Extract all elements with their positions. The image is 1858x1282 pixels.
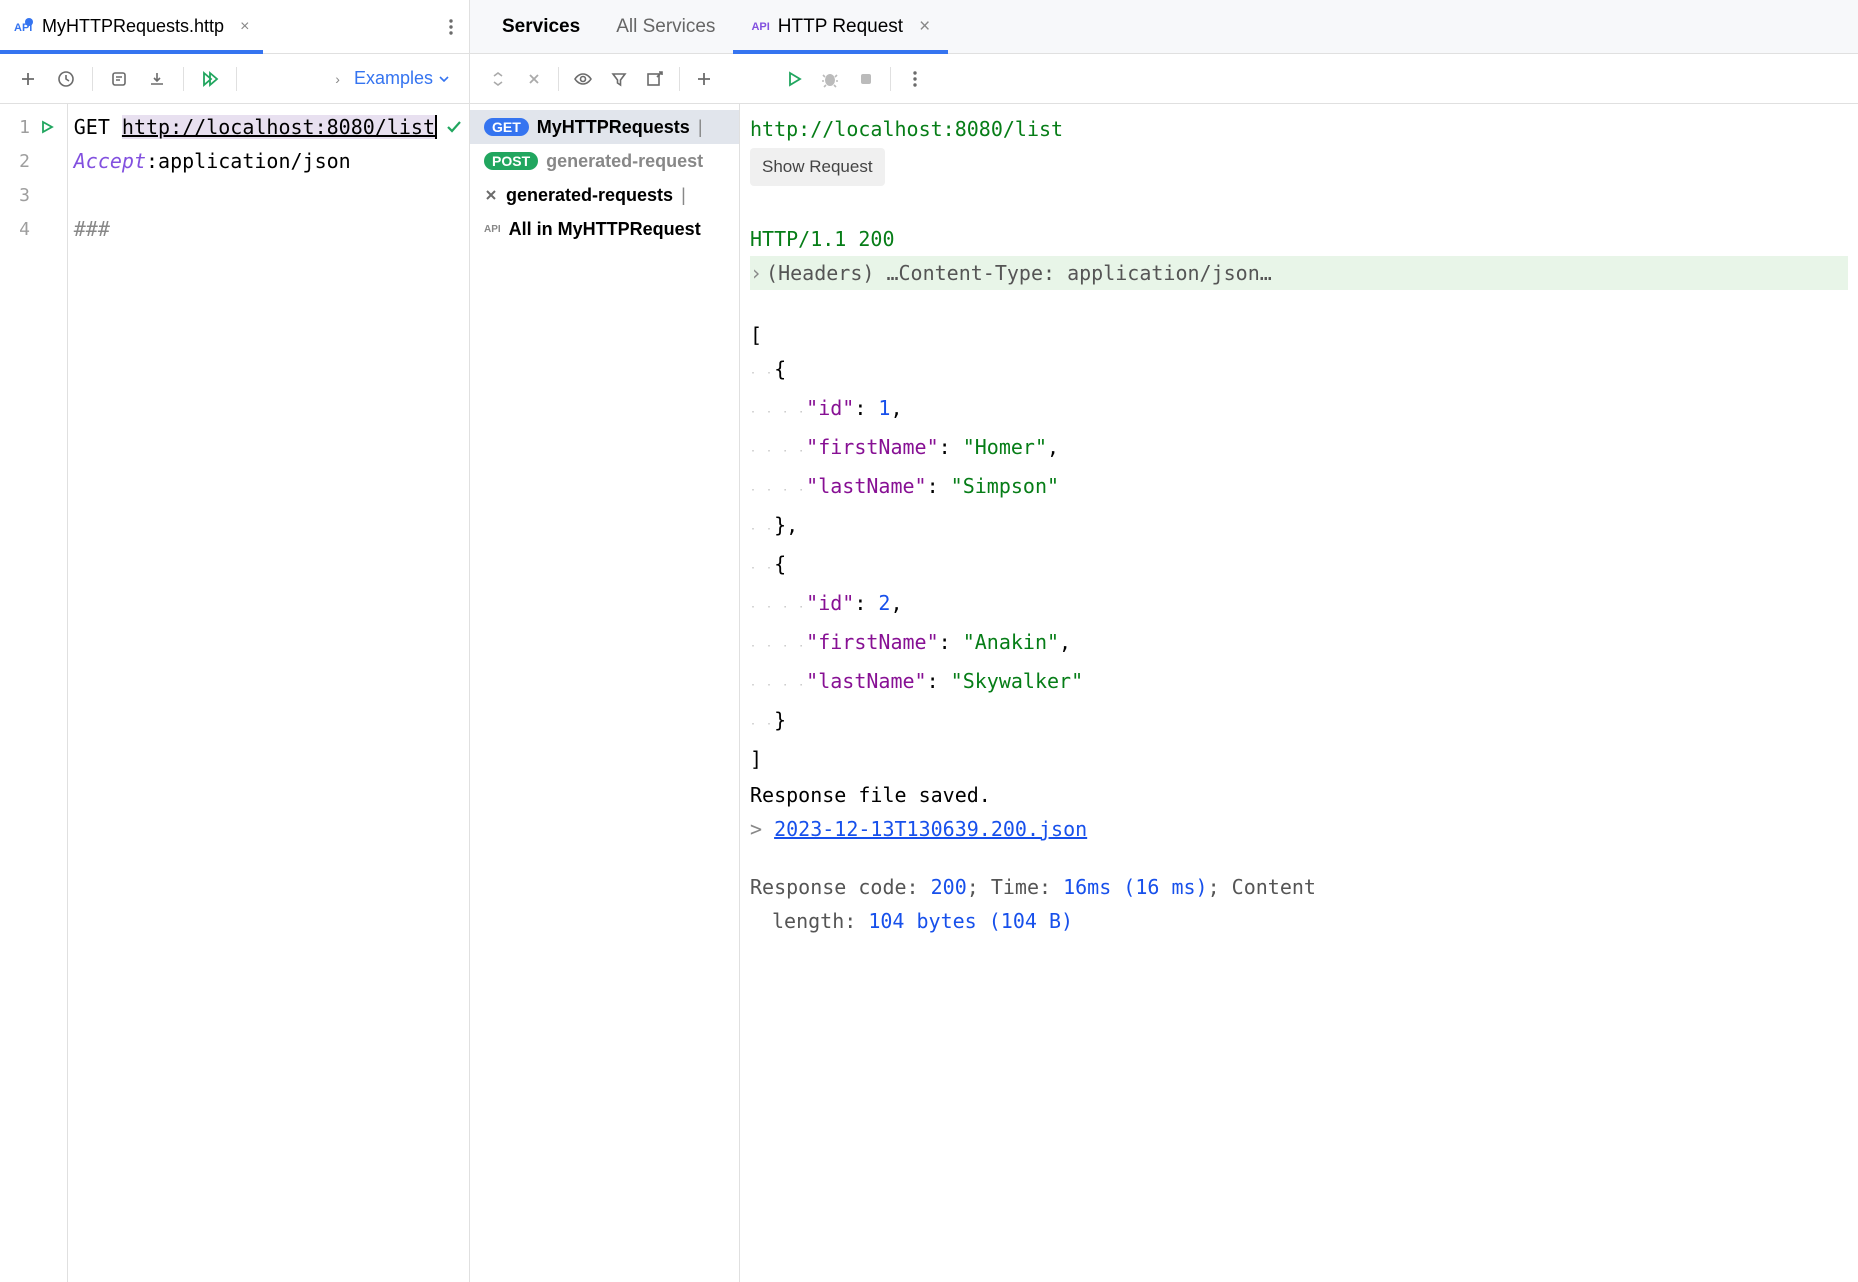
checkmark-icon bbox=[445, 118, 463, 136]
response-view: http://localhost:8080/list Show Request … bbox=[740, 104, 1858, 1282]
history-button[interactable] bbox=[50, 63, 82, 95]
request-name: All in MyHTTPRequest bbox=[509, 219, 701, 240]
toolbar-divider bbox=[92, 67, 93, 91]
request-name: MyHTTPRequests bbox=[537, 117, 690, 138]
filter-button[interactable] bbox=[603, 63, 635, 95]
run-icon[interactable] bbox=[40, 120, 54, 134]
request-name: generated-request bbox=[546, 151, 703, 172]
http-header-name: Accept bbox=[74, 149, 146, 173]
request-sep: | bbox=[698, 117, 703, 138]
convert-button[interactable] bbox=[103, 63, 135, 95]
services-tab-bar: Services All Services API HTTP Request × bbox=[470, 0, 1858, 54]
request-item[interactable]: generated-requests | bbox=[470, 178, 739, 212]
response-headers[interactable]: ›(Headers) …Content-Type: application/js… bbox=[750, 256, 1848, 290]
saved-text: Response file saved. bbox=[750, 778, 1848, 812]
services-content: GET MyHTTPRequests | POST generated-requ… bbox=[470, 104, 1858, 1282]
editor-toolbar: › Examples bbox=[0, 54, 469, 104]
method-badge-get: GET bbox=[484, 118, 529, 136]
line-number: 1 bbox=[10, 117, 30, 138]
response-json: [ · ·{ · · · ·"id": 1, · · · ·"firstName… bbox=[750, 318, 1848, 776]
response-status: HTTP/1.1 200 bbox=[750, 222, 1848, 256]
http-method: GET bbox=[74, 115, 110, 139]
http-header-value: application/json bbox=[158, 149, 351, 173]
request-item[interactable]: API All in MyHTTPRequest bbox=[470, 212, 739, 246]
line-number: 3 bbox=[10, 185, 30, 206]
examples-dropdown[interactable]: Examples bbox=[346, 68, 457, 89]
examples-label: Examples bbox=[354, 68, 433, 89]
services-toolbar bbox=[470, 54, 1858, 104]
tab-all-services[interactable]: All Services bbox=[598, 0, 733, 53]
toolbar-divider bbox=[183, 67, 184, 91]
add-button[interactable] bbox=[688, 63, 720, 95]
response-url: http://localhost:8080/list bbox=[750, 112, 1848, 146]
tab-menu-button[interactable] bbox=[433, 19, 469, 35]
new-window-button[interactable] bbox=[639, 63, 671, 95]
show-request-button[interactable]: Show Request bbox=[750, 148, 885, 186]
request-separator: ### bbox=[74, 217, 110, 241]
tab-http-request[interactable]: API HTTP Request × bbox=[733, 0, 948, 53]
add-button[interactable] bbox=[12, 63, 44, 95]
gutter: 1 2 3 4 bbox=[0, 104, 68, 1282]
api-icon: API bbox=[484, 224, 501, 235]
debug-button[interactable] bbox=[814, 63, 846, 95]
toolbar-divider bbox=[679, 67, 680, 91]
view-button[interactable] bbox=[567, 63, 599, 95]
more-button[interactable] bbox=[899, 63, 931, 95]
stop-button[interactable] bbox=[850, 63, 882, 95]
request-list: GET MyHTTPRequests | POST generated-requ… bbox=[470, 104, 740, 1282]
http-url: http://localhost:8080/list bbox=[122, 115, 435, 139]
chevron-right-icon: › bbox=[750, 261, 762, 285]
request-item[interactable]: POST generated-request bbox=[470, 144, 739, 178]
editor-tab-file[interactable]: API MyHTTPRequests.http × bbox=[0, 0, 263, 53]
code-area[interactable]: GET http://localhost:8080/list Accept: a… bbox=[68, 104, 469, 1282]
response-stats: length: 104 bytes (104 B) bbox=[750, 904, 1848, 938]
request-name: generated-requests bbox=[506, 185, 673, 206]
toolbar-divider bbox=[558, 67, 559, 91]
editor-panel: API MyHTTPRequests.http × › Ex bbox=[0, 0, 470, 1282]
toolbar-divider bbox=[236, 67, 237, 91]
request-sep: | bbox=[681, 185, 686, 206]
request-item[interactable]: GET MyHTTPRequests | bbox=[470, 110, 739, 144]
text-cursor bbox=[435, 115, 437, 139]
import-button[interactable] bbox=[141, 63, 173, 95]
chevron-right-icon: › bbox=[335, 71, 340, 87]
line-number: 2 bbox=[10, 151, 30, 172]
services-panel: Services All Services API HTTP Request × bbox=[470, 0, 1858, 1282]
line-number: 4 bbox=[10, 219, 30, 240]
close-icon bbox=[484, 188, 498, 202]
editor-tab-bar: API MyHTTPRequests.http × bbox=[0, 0, 469, 54]
response-stats: Response code: 200; Time: 16ms (16 ms); … bbox=[750, 870, 1848, 904]
run-all-button[interactable] bbox=[194, 63, 226, 95]
response-file-link[interactable]: 2023-12-13T130639.200.json bbox=[774, 817, 1087, 841]
close-icon[interactable]: × bbox=[919, 16, 930, 38]
run-button[interactable] bbox=[778, 63, 810, 95]
remove-button[interactable] bbox=[518, 63, 550, 95]
chevron-right-icon: > bbox=[750, 817, 774, 841]
http-file-icon: API bbox=[14, 17, 34, 37]
editor-tab-label: MyHTTPRequests.http bbox=[42, 16, 224, 37]
editor-body: 1 2 3 4 GET http://localhost:8080/list A… bbox=[0, 104, 469, 1282]
expand-collapse-button[interactable] bbox=[482, 63, 514, 95]
tab-services[interactable]: Services bbox=[484, 0, 598, 53]
method-badge-post: POST bbox=[484, 152, 538, 170]
close-icon[interactable]: × bbox=[240, 18, 249, 36]
toolbar-divider bbox=[890, 67, 891, 91]
api-icon: API bbox=[751, 21, 769, 33]
